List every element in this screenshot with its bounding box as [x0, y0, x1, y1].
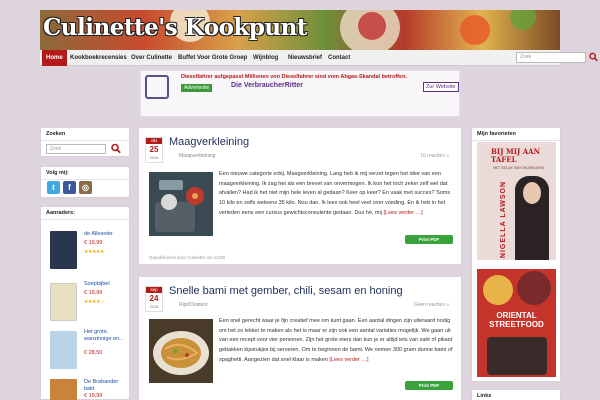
book-cover[interactable]: [50, 231, 77, 269]
book-cover[interactable]: [50, 283, 77, 321]
post-category[interactable]: Maagverkleining: [179, 153, 215, 159]
main-nav: Home Kookboekrecensies Over Culinette Bu…: [40, 50, 598, 66]
print-pdf-button[interactable]: Print PDF: [405, 235, 453, 244]
post-reactions-link[interactable]: Geen reacties »: [414, 302, 449, 308]
favorite-book-cover[interactable]: BIJ MIJ AAN TAFEL HET GELUK VAN THUISKOK…: [477, 142, 556, 260]
advertisement[interactable]: Dieselfahrer aufgepasst Millionen von Di…: [140, 70, 460, 117]
book-title[interactable]: de Alleseter: [84, 231, 113, 237]
nav-contact[interactable]: Contact: [324, 50, 354, 66]
tomato-decoration: [460, 15, 490, 45]
post-thumbnail[interactable]: [149, 172, 213, 236]
nav-buffet[interactable]: Buffet Voor Grote Groep: [174, 50, 251, 66]
favorite-book-cover[interactable]: ORIENTAL STREETFOOD: [477, 269, 556, 377]
book-author: NIGELLA LAWSON: [500, 180, 508, 259]
book-cover[interactable]: [50, 331, 77, 369]
post-excerpt: Een nieuwe categorie erbij. Maagverklein…: [219, 171, 451, 216]
post-reactions-link[interactable]: 10 reacties »: [420, 153, 449, 159]
book-cover-subtitle: HET GELUK VAN THUISKOKEN: [493, 166, 545, 170]
ad-cta-button[interactable]: Zur Website: [423, 82, 459, 92]
book-title[interactable]: De Brabander bakt: [84, 379, 128, 393]
widget-title: Zoeken: [41, 128, 129, 141]
book-title[interactable]: Soepbijbel: [84, 281, 110, 287]
date-badge: okt 25 2016: [145, 137, 163, 163]
sidebar-search-input[interactable]: Zoek: [46, 144, 106, 154]
nav-over-culinette[interactable]: Over Culinette: [127, 50, 176, 66]
ad-label: Advertentie: [181, 84, 213, 92]
favorites-widget: Mijn favorieten BIJ MIJ AAN TAFEL HET GE…: [471, 127, 561, 382]
post-year: 2016: [149, 155, 159, 160]
nav-wijnblog[interactable]: Wijnblog: [249, 50, 282, 66]
nav-home[interactable]: Home: [42, 50, 67, 66]
food-decoration: [483, 275, 513, 305]
widget-title: Aanraders:: [41, 207, 129, 220]
nav-nieuwsbrief[interactable]: Nieuwsbrief: [284, 50, 326, 66]
post-title[interactable]: Maagverkleining: [169, 136, 249, 148]
header-search-input[interactable]: Zoek: [516, 52, 586, 63]
widget-title: Links: [472, 390, 560, 400]
ad-headline[interactable]: Dieselfahrer aufgepasst Millionen von Di…: [181, 74, 407, 80]
blog-post: sep 24 2016 Snelle bami met gember, chil…: [138, 276, 462, 400]
post-excerpt: Een snel gerecht waar je fijn creatief m…: [219, 318, 453, 363]
date-badge: sep 24 2016: [145, 286, 163, 312]
book-price: € 19,99: [84, 393, 103, 399]
book-cover-title: ORIENTAL STREETFOOD: [489, 311, 544, 329]
post-day: 25: [149, 145, 159, 154]
advertiser-logo: [145, 75, 169, 99]
site-banner[interactable]: Culinette's Kookpunt: [40, 10, 560, 50]
widget-title: Volg mij:: [41, 167, 129, 180]
author-photo: [523, 182, 541, 204]
widget-title: Mijn favorieten: [472, 128, 560, 141]
food-decoration: [517, 271, 551, 305]
food-decoration: [487, 337, 547, 375]
post-day: 24: [149, 294, 159, 303]
search-icon[interactable]: [111, 143, 121, 154]
print-pdf-button[interactable]: Print PDF: [405, 381, 453, 390]
instagram-icon[interactable]: ◎: [79, 181, 92, 194]
post-category[interactable]: Rijst/Oosters: [179, 302, 208, 308]
nav-kookboekrecensies[interactable]: Kookboekrecensies: [66, 50, 131, 66]
book-cover-title: BIJ MIJ AAN TAFEL: [491, 147, 540, 164]
search-icon[interactable]: [589, 52, 598, 62]
post-year: 2016: [149, 304, 159, 309]
site-title[interactable]: Culinette's Kookpunt: [43, 14, 308, 41]
blog-post: okt 25 2016 Maagverkleining Maagverklein…: [138, 127, 462, 265]
book-cover[interactable]: [50, 379, 77, 400]
meat-decoration: [358, 12, 386, 40]
post-title[interactable]: Snelle bami met gember, chili, sesam en …: [169, 285, 403, 297]
book-price: € 19,99: [84, 240, 103, 246]
rating-stars: ★★★★☆: [84, 299, 104, 305]
post-meta: Gepubliceerd door Culinette om 13:09: [149, 255, 226, 260]
facebook-icon[interactable]: f: [63, 181, 76, 194]
book-title[interactable]: Het grote, wanzinnige en...: [84, 329, 128, 343]
book-price: € 19,99: [84, 290, 103, 296]
sidebar-search-widget: Zoeken Zoek: [40, 127, 130, 157]
read-more-link[interactable]: [Lees verder …]: [384, 210, 423, 216]
twitter-icon[interactable]: t: [47, 181, 60, 194]
links-widget: Links: [471, 389, 561, 400]
read-more-link[interactable]: [Lees verder …]: [329, 357, 368, 363]
post-thumbnail[interactable]: [149, 319, 213, 383]
rating-stars: ★★★★★: [84, 249, 104, 255]
recommendations-widget: Aanraders: de Alleseter € 19,99 ★★★★★ So…: [40, 206, 130, 400]
ad-source[interactable]: Die VerbraucherRitter: [231, 82, 303, 89]
herb-decoration: [510, 10, 536, 30]
book-price: € 28,50: [84, 350, 103, 356]
follow-widget: Volg mij: t f ◎: [40, 166, 130, 198]
